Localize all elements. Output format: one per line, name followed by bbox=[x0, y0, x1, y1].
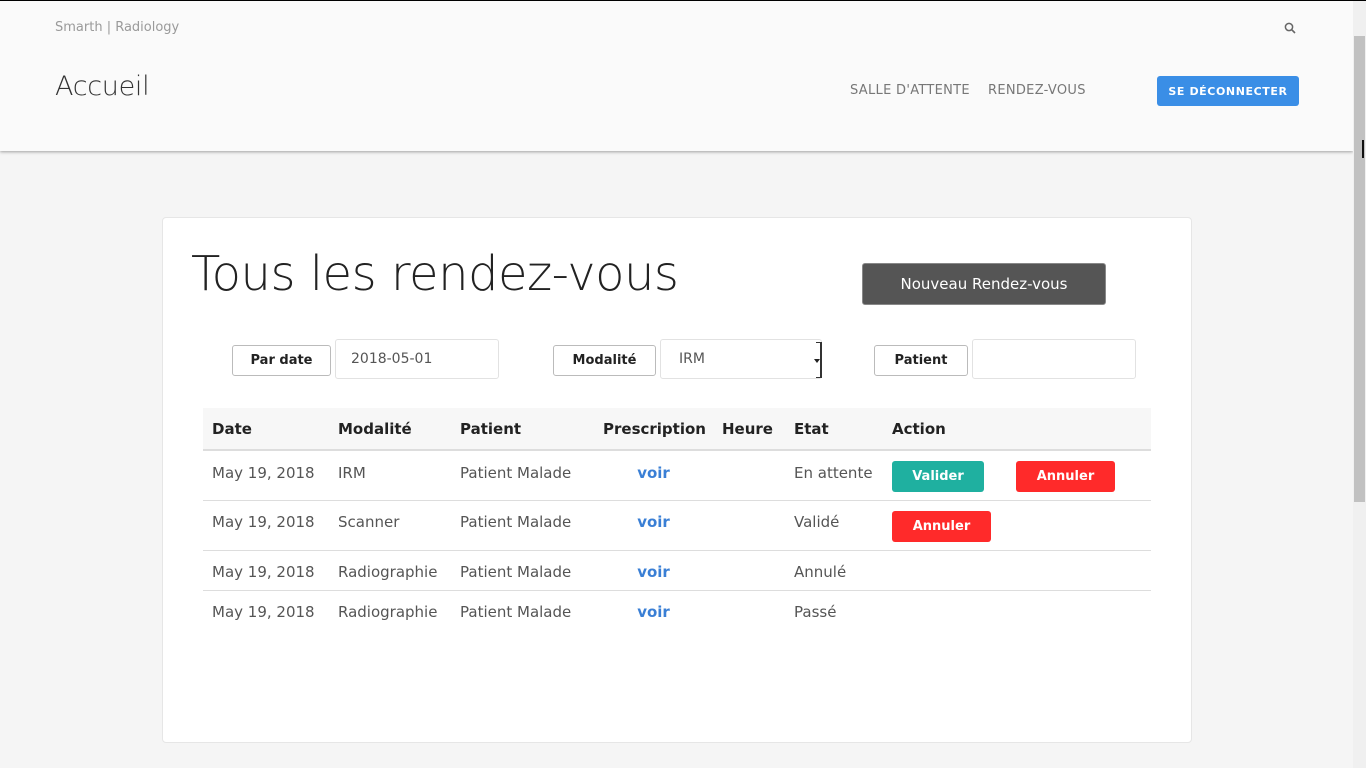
time-cell bbox=[713, 500, 785, 551]
table-row: May 19, 2018 Radiographie Patient Malade… bbox=[203, 550, 1151, 591]
action-cell bbox=[1007, 590, 1151, 630]
column-header: Prescription bbox=[594, 408, 713, 451]
prescription-cell: voir bbox=[594, 450, 713, 501]
date-cell: May 19, 2018 bbox=[203, 500, 329, 551]
filter-by-date-button[interactable]: Par date bbox=[232, 345, 331, 376]
search-icon[interactable] bbox=[1284, 22, 1296, 34]
modality-selected-value: IRM bbox=[679, 351, 705, 367]
patient-cell: Patient Malade bbox=[460, 602, 572, 621]
modality-cell: Radiographie bbox=[329, 550, 451, 591]
table-row: May 19, 2018 Scanner Patient Malade voir… bbox=[203, 500, 1151, 551]
table-row: May 19, 2018 IRM Patient Malade voir En … bbox=[203, 450, 1151, 501]
prescription-cell: voir bbox=[594, 500, 713, 551]
filter-by-patient-button[interactable]: Patient bbox=[874, 345, 968, 376]
view-prescription-link[interactable]: voir bbox=[637, 603, 670, 621]
view-prescription-link[interactable]: voir bbox=[637, 464, 670, 482]
page-title: Accueil bbox=[55, 71, 150, 102]
status-cell: En attente bbox=[785, 450, 883, 501]
column-header: Modalité bbox=[329, 408, 451, 451]
view-prescription-link[interactable]: voir bbox=[637, 513, 670, 531]
appointments-table: Date Modalité Patient Prescription Heure… bbox=[203, 408, 1151, 630]
patient-cell: Patient Malade bbox=[451, 550, 594, 591]
modality-select[interactable]: IRM bbox=[660, 339, 822, 379]
time-cell bbox=[713, 590, 785, 630]
patient-cell: Patient Malade bbox=[451, 500, 594, 551]
patient-cell: Patient Malade bbox=[451, 450, 594, 501]
date-cell: May 19, 2018 bbox=[203, 550, 329, 591]
column-header: Etat bbox=[785, 408, 883, 451]
time-cell bbox=[713, 550, 785, 591]
brand-text[interactable]: Smarth | Radiology bbox=[55, 20, 179, 35]
prescription-cell: voir bbox=[594, 590, 713, 630]
new-appointment-button[interactable]: Nouveau Rendez-vous bbox=[862, 263, 1106, 305]
validate-button[interactable]: Valider bbox=[892, 461, 984, 492]
action-cell bbox=[1007, 500, 1151, 551]
filter-by-modality-button[interactable]: Modalité bbox=[553, 345, 656, 376]
status-cell: Validé bbox=[785, 500, 883, 551]
cancel-button[interactable]: Annuler bbox=[892, 510, 991, 542]
logout-button[interactable]: SE DÉCONNECTER bbox=[1157, 76, 1299, 106]
status-cell: Passé bbox=[794, 602, 837, 621]
time-cell bbox=[713, 450, 785, 501]
nav-salle-attente[interactable]: SALLE D'ATTENTE bbox=[850, 83, 970, 98]
date-input[interactable] bbox=[335, 339, 499, 379]
view-prescription-link[interactable]: voir bbox=[637, 563, 670, 581]
date-cell: May 19, 2018 bbox=[203, 450, 329, 501]
column-header: Heure bbox=[713, 408, 785, 451]
site-header: Smarth | Radiology Accueil SALLE D'ATTEN… bbox=[0, 1, 1353, 151]
scrollbar-thumb[interactable] bbox=[1354, 36, 1365, 502]
action-cell: Annuler bbox=[883, 500, 1007, 551]
appointments-title: Tous les rendez-vous bbox=[191, 246, 679, 302]
nav-rendez-vous[interactable]: RENDEZ-VOUS bbox=[988, 83, 1086, 98]
cancel-button[interactable]: Annuler bbox=[1016, 461, 1115, 492]
status-cell: Annulé bbox=[785, 550, 883, 591]
appointments-card: Tous les rendez-vous Nouveau Rendez-vous… bbox=[162, 217, 1192, 743]
prescription-cell: voir bbox=[594, 550, 713, 591]
modality-cell: Radiographie bbox=[338, 602, 438, 621]
modality-cell: IRM bbox=[329, 450, 451, 501]
column-header: Patient bbox=[451, 408, 594, 451]
table-header-row: Date Modalité Patient Prescription Heure… bbox=[203, 408, 1151, 451]
date-cell: May 19, 2018 bbox=[212, 602, 315, 621]
modality-cell: Scanner bbox=[329, 500, 451, 551]
column-header: Action bbox=[883, 408, 1151, 451]
action-cell bbox=[883, 590, 1007, 630]
patient-input[interactable] bbox=[972, 339, 1136, 379]
table-row: May 19, 2018 Radiographie Patient Malade… bbox=[203, 590, 1151, 630]
action-cell bbox=[1007, 550, 1151, 591]
action-cell bbox=[883, 550, 1007, 591]
action-cell: Valider bbox=[883, 450, 1007, 501]
chevron-down-icon[interactable] bbox=[814, 342, 822, 378]
column-header: Date bbox=[203, 408, 329, 451]
mouse-cursor bbox=[1362, 140, 1366, 158]
action-cell: Annuler bbox=[1007, 450, 1151, 501]
